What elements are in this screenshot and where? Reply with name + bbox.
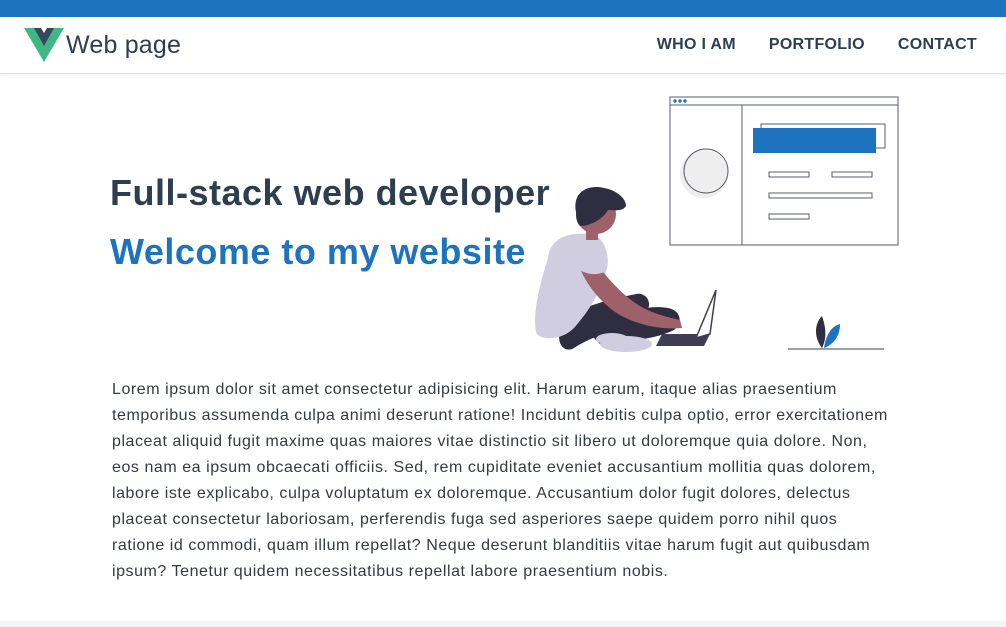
developer-illustration: [535, 96, 899, 352]
intro-paragraph: Lorem ipsum dolor sit amet consectetur a…: [112, 381, 888, 580]
nav-who-i-am[interactable]: WHO I AM: [657, 36, 736, 54]
top-accent-bar: [0, 0, 1006, 17]
page-bottom-edge: [0, 621, 1006, 627]
browser-window-graphic: [669, 96, 899, 246]
hero-title: Full-stack web developer: [110, 172, 551, 213]
plant-graphic: [788, 316, 884, 350]
vue-logo-icon: [24, 28, 64, 62]
hero-subtitle: Welcome to my website: [110, 231, 526, 272]
nav-portfolio[interactable]: PORTFOLIO: [769, 36, 865, 54]
logo-link[interactable]: Web page: [24, 27, 181, 63]
main-nav: WHO I AM PORTFOLIO CONTACT: [657, 17, 977, 73]
brand-name: Web page: [66, 30, 182, 59]
site-header: Web page WHO I AM PORTFOLIO CONTACT: [0, 17, 1006, 74]
nav-contact[interactable]: CONTACT: [898, 36, 977, 54]
